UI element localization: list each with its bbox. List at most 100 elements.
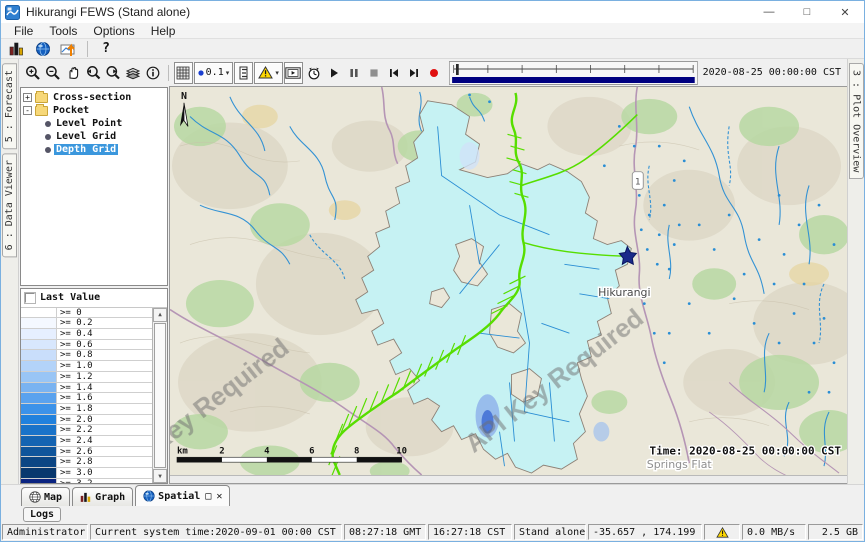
legend-color-swatch (21, 383, 57, 393)
time-slider-handle[interactable] (456, 64, 459, 75)
map-display-icon[interactable] (31, 39, 55, 59)
side-tab-forecast[interactable]: 5 : Forecast (2, 63, 17, 149)
legend-row[interactable]: >= 1.6 (21, 393, 152, 404)
map-canvas[interactable]: API Key Required API Key Required (170, 87, 847, 475)
svg-text:4: 4 (264, 446, 269, 456)
zoom-previous-icon[interactable] (83, 62, 102, 84)
pan-hand-icon[interactable] (63, 62, 82, 84)
legend-color-swatch (21, 361, 57, 371)
menu-help[interactable]: Help (144, 24, 183, 38)
close-button[interactable]: ✕ (826, 1, 864, 23)
tab-close-icon[interactable]: ✕ (216, 491, 222, 502)
pause-button[interactable] (344, 62, 363, 84)
time-slider-range-bar (452, 77, 695, 83)
globe-icon (29, 491, 41, 503)
tree-node-cross-section[interactable]: + Cross-section (23, 91, 165, 104)
zoom-next-icon[interactable] (103, 62, 122, 84)
legend-row[interactable]: >= 2.0 (21, 415, 152, 426)
toolbar-separator (168, 65, 169, 81)
time-slider[interactable] (449, 61, 698, 85)
globe-icon (143, 490, 155, 502)
tab-graph[interactable]: Graph (72, 487, 133, 506)
animation-timer-icon[interactable] (304, 62, 323, 84)
legend-row[interactable]: >= 0.8 (21, 350, 152, 361)
scroll-up-icon[interactable]: ▲ (153, 308, 167, 322)
legend-class-label: >= 0.2 (57, 318, 152, 328)
zoom-in-icon[interactable] (23, 62, 42, 84)
svg-text:km: km (177, 446, 188, 456)
side-tab-plot-overview[interactable]: 3 : Plot Overview (849, 63, 864, 179)
toolbar-separator (87, 41, 88, 57)
bullet-icon (45, 121, 51, 127)
locality-label: Springs Flat (647, 458, 713, 471)
svg-text:6: 6 (309, 446, 314, 456)
zoom-out-icon[interactable] (43, 62, 62, 84)
side-tab-data-viewer[interactable]: 6 : Data Viewer (2, 153, 17, 257)
legend-scrollbar[interactable]: ▲ ▼ (152, 308, 167, 483)
legend-class-label: >= 1.2 (57, 372, 152, 382)
menu-options[interactable]: Options (86, 24, 141, 38)
expand-icon[interactable]: + (23, 93, 32, 102)
point-size-dropdown[interactable]: 0.1 ▾ (194, 62, 234, 84)
scrollbar-thumb[interactable] (154, 323, 166, 468)
legend-row[interactable]: >= 3.0 (21, 468, 152, 479)
tree-node-level-point[interactable]: Level Point (23, 117, 165, 130)
play-button[interactable] (324, 62, 343, 84)
tab-map[interactable]: Map (21, 487, 70, 506)
stop-button[interactable] (364, 62, 383, 84)
tree-node-level-grid[interactable]: Level Grid (23, 130, 165, 143)
legend-row[interactable]: >= 0.4 (21, 329, 152, 340)
tree-node-pocket[interactable]: - Pocket (23, 104, 165, 117)
grid-layer-toggle[interactable] (174, 62, 193, 84)
layers-icon[interactable] (124, 62, 143, 84)
logs-button[interactable]: Logs (23, 507, 61, 522)
info-icon[interactable] (144, 62, 163, 84)
legend-row[interactable]: >= 2.4 (21, 436, 152, 447)
tab-spatial[interactable]: Spatial □ ✕ (135, 485, 230, 506)
title-bar: Hikurangi FEWS (Stand alone) — □ ✕ (1, 1, 864, 23)
skip-to-start-button[interactable] (384, 62, 403, 84)
legend-class-label: >= 0.8 (57, 350, 152, 360)
right-tab-strip: 3 : Plot Overview (847, 59, 864, 484)
classbreaks-legend-button[interactable] (234, 62, 253, 84)
status-local-time: 16:27:18 CST (428, 524, 512, 540)
last-value-checkbox[interactable] (25, 293, 35, 303)
menu-file[interactable]: File (7, 24, 40, 38)
legend-color-swatch (21, 468, 57, 478)
svg-text:2: 2 (219, 446, 224, 456)
legend-row[interactable]: >= 2.8 (21, 457, 152, 468)
skip-to-end-button[interactable] (405, 62, 424, 84)
legend-row[interactable]: >= 0.6 (21, 340, 152, 351)
legend-row[interactable]: >= 2.2 (21, 425, 152, 436)
legend-row[interactable]: >= 1.2 (21, 372, 152, 383)
legend-class-label: >= 2.0 (57, 415, 152, 425)
legend-row[interactable]: >= 1.0 (21, 361, 152, 372)
legend-row[interactable]: >= 1.8 (21, 404, 152, 415)
minimize-button[interactable]: — (750, 1, 788, 23)
legend-class-label: >= 3.0 (57, 468, 152, 478)
tree-node-depth-grid[interactable]: Depth Grid (23, 143, 165, 156)
window-title: Hikurangi FEWS (Stand alone) (26, 5, 190, 19)
scroll-down-icon[interactable]: ▼ (153, 469, 167, 483)
legend-color-swatch (21, 404, 57, 414)
legend-row[interactable]: >= 0.2 (21, 318, 152, 329)
legend-color-swatch (21, 318, 57, 328)
help-button[interactable]: ? (94, 39, 118, 59)
legend-color-swatch (21, 457, 57, 467)
menu-tools[interactable]: Tools (42, 24, 84, 38)
animation-movie-button[interactable] (284, 62, 303, 84)
legend-row[interactable]: >= 0 (21, 308, 152, 319)
legend-class-label: >= 1.0 (57, 361, 152, 371)
legend-row[interactable]: >= 2.6 (21, 447, 152, 458)
record-button[interactable] (425, 62, 444, 84)
data-display-icon[interactable] (5, 39, 29, 59)
maximize-button[interactable]: □ (788, 1, 826, 23)
warnings-dropdown[interactable]: ▾ (254, 62, 283, 84)
menu-bar: File Tools Options Help (1, 23, 864, 39)
collapse-icon[interactable]: - (23, 106, 32, 115)
legend-row[interactable]: >= 3.2 (21, 479, 152, 483)
legend-row[interactable]: >= 1.4 (21, 383, 152, 394)
status-warning-cell[interactable] (704, 524, 740, 540)
tab-maximize-icon[interactable]: □ (205, 491, 211, 502)
spatial-display-icon[interactable] (57, 39, 81, 59)
